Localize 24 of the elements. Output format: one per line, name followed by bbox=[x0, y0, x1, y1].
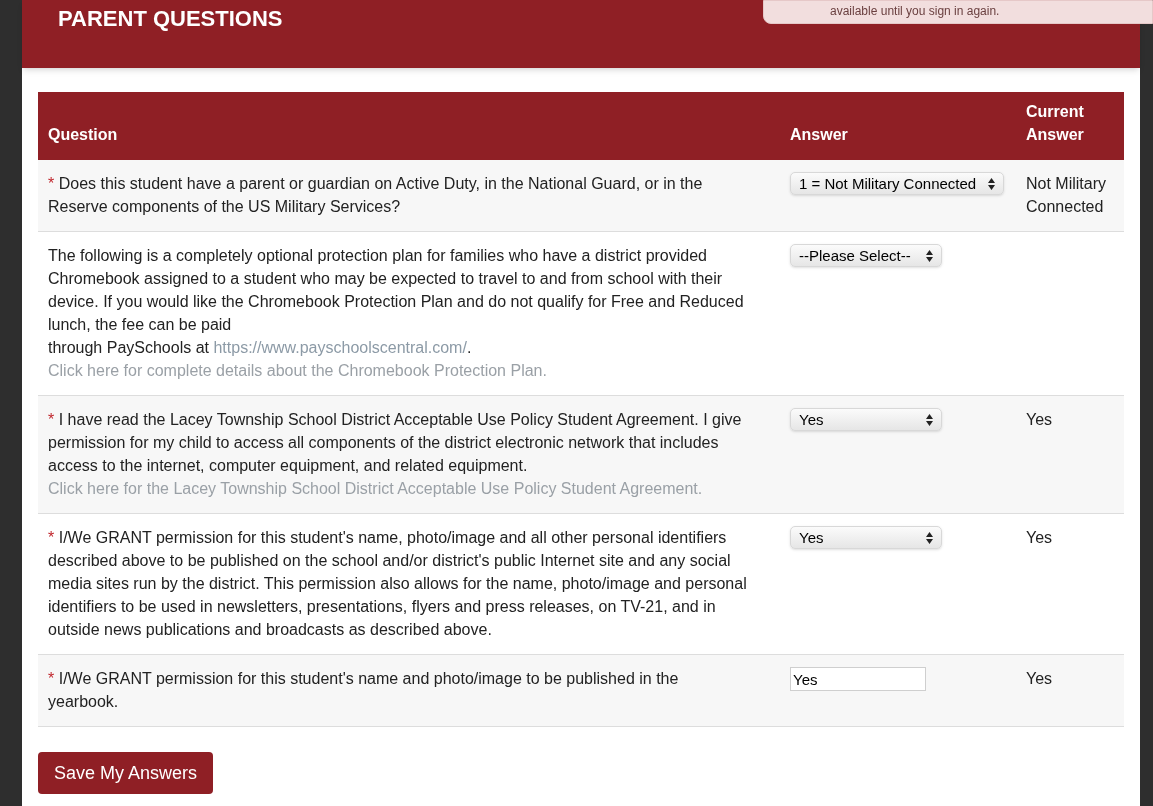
stepper-arrows-icon bbox=[926, 249, 933, 262]
answer-dropdown[interactable]: Yes bbox=[790, 408, 942, 431]
question-text: * I/We GRANT permission for this student's name and photo/image to be published in the yearbook. bbox=[48, 669, 680, 712]
column-header: Question bbox=[47, 125, 119, 145]
question-text: * Does this student have a parent or guardian on Active Duty, in the National Guard, or in the Reserve components of the US Military Services? bbox=[48, 174, 704, 217]
column-header: Current Answer bbox=[1026, 102, 1085, 145]
current-answer: Yes bbox=[1026, 528, 1054, 548]
stepper-arrows-icon bbox=[988, 177, 996, 190]
answer-dropdown[interactable]: 1 = Not Military Connected bbox=[790, 172, 1005, 195]
answer-dropdown[interactable]: --Please Select-- bbox=[790, 244, 942, 267]
current-answer: Yes bbox=[1026, 410, 1054, 430]
question-text: The following is a completely optional protection plan for families who have a district provided Chromebook assigned to a student who may be expected to travel to and from school with their device. If you would like the Chromebook Protection Plan and do not qualify for Free and Reduced lunch, the fee can be paid through PaySchools at https://www.payschoolscentral.com/. bbox=[48, 246, 745, 358]
answer-dropdown[interactable]: Yes bbox=[790, 526, 942, 549]
stepper-arrows-icon bbox=[926, 413, 933, 426]
column-header: Answer bbox=[789, 125, 849, 145]
notice-text: available until you sign in again. bbox=[830, 5, 1000, 17]
answer-input[interactable]: Yes bbox=[790, 667, 926, 691]
current-answer: Not Military Connected bbox=[1026, 174, 1107, 217]
save-button[interactable]: Save My Answers bbox=[38, 752, 214, 794]
question-text: * I have read the Lacey Township School District Acceptable Use Policy Student Agreement. I give permission for my child to access all components of the district electronic network that includes access to the internet, computer equipment, and related equipment. bbox=[48, 410, 743, 476]
page-title: PARENT QUESTIONS bbox=[58, 8, 283, 30]
question-text: * I/We GRANT permission for this student's name, photo/image and all other personal identifiers described above to be published on the school and/or district's public Internet site and any social media sites run by the district. This permission also allows for the name, photo/image and personal identifiers to be used in newsletters, presentations, flyers and press releases, on TV-21, and in outside news publications and broadcasts as described above. bbox=[48, 528, 748, 640]
current-answer: Yes bbox=[1026, 669, 1054, 689]
stepper-arrows-icon bbox=[926, 531, 933, 544]
